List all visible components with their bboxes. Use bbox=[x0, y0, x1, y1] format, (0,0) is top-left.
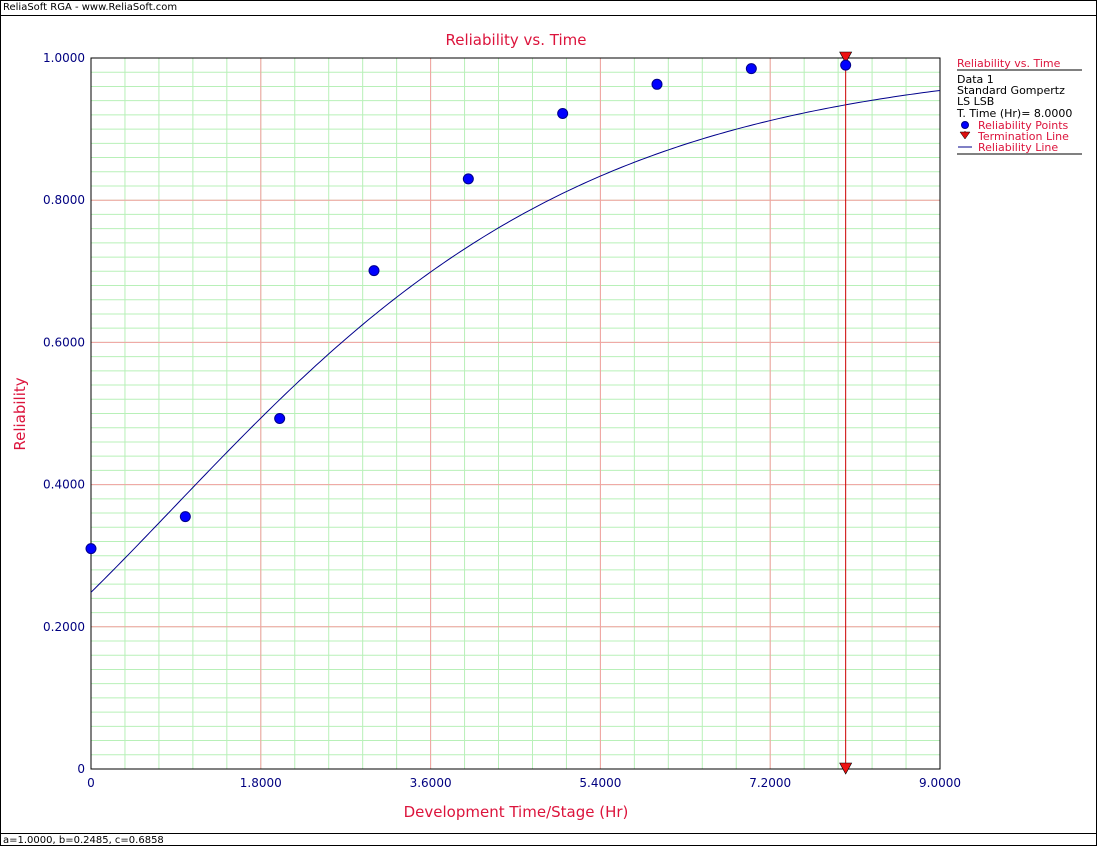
y-tick-label: 0.6000 bbox=[43, 335, 85, 349]
y-tick-label: 0.4000 bbox=[43, 478, 85, 492]
reliability-point bbox=[368, 265, 380, 277]
x-tick-label: 3.6000 bbox=[410, 776, 452, 790]
legend-points-marker bbox=[961, 121, 969, 129]
y-tick-label: 0 bbox=[77, 762, 85, 776]
reliability-line-layer bbox=[90, 89, 941, 593]
x-tick-label: 1.8000 bbox=[240, 776, 282, 790]
legend-termination-marker bbox=[959, 131, 971, 140]
x-tick-label: 9.0000 bbox=[919, 776, 961, 790]
legend-title: Reliability vs. Time bbox=[957, 57, 1061, 70]
x-tick-label: 7.2000 bbox=[749, 776, 791, 790]
x-tick-label: 0 bbox=[87, 776, 95, 790]
reliability-point bbox=[274, 412, 286, 424]
y-tick-label: 0.2000 bbox=[43, 620, 85, 634]
x-tick-labels: 0 1.8000 3.6000 5.4000 7.2000 9.0000 bbox=[87, 776, 961, 790]
y-tick-labels: 0 0.2000 0.4000 0.6000 0.8000 1.0000 bbox=[43, 51, 85, 776]
y-axis-label: Reliability bbox=[11, 377, 29, 450]
legend-item-line: Reliability Line bbox=[978, 141, 1058, 154]
x-axis-label: Development Time/Stage (Hr) bbox=[404, 803, 629, 821]
reliability-point bbox=[651, 78, 663, 90]
reliability-point bbox=[745, 63, 757, 75]
reliability-line bbox=[90, 89, 941, 593]
x-tick-label: 5.4000 bbox=[579, 776, 621, 790]
legend: Reliability vs. Time Data 1 Standard Gom… bbox=[956, 57, 1082, 155]
reliability-chart: 0 1.8000 3.6000 5.4000 7.2000 9.0000 00.20000… bbox=[11, 31, 1082, 821]
chart-title: Reliability vs. Time bbox=[446, 31, 587, 49]
reliability-point bbox=[85, 543, 97, 555]
reliability-point bbox=[179, 511, 191, 523]
reliability-point bbox=[840, 59, 852, 71]
y-tick-label: 0.8000 bbox=[43, 193, 85, 207]
y-tick-label: 1.0000 bbox=[43, 51, 85, 65]
minor-grid bbox=[91, 58, 940, 769]
reliability-point bbox=[462, 173, 474, 185]
reliability-point bbox=[557, 107, 569, 119]
